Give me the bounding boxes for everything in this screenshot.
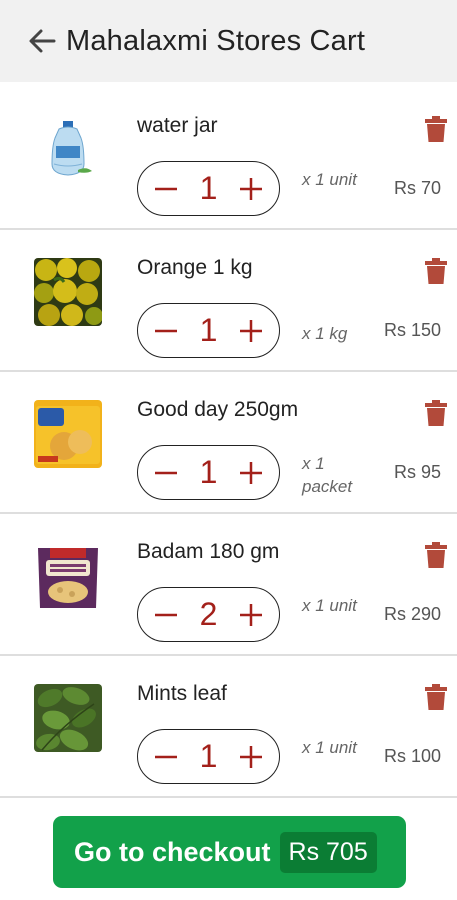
quantity-value: 1 bbox=[199, 312, 218, 348]
product-image-mint-leaf bbox=[34, 684, 102, 752]
trash-icon bbox=[425, 116, 447, 142]
increase-button[interactable] bbox=[236, 458, 266, 488]
plus-icon bbox=[239, 461, 262, 484]
minus-icon bbox=[155, 471, 177, 474]
item-price: Rs 100 bbox=[383, 746, 441, 766]
cart-item: Badam 180 gm 2 x 1 unit Rs 290 bbox=[0, 514, 457, 656]
plus-icon bbox=[239, 745, 262, 768]
minus-icon bbox=[155, 187, 177, 190]
cart-item-list: water jar 1 x 1 unit Rs 70 Orange 1 kg 1… bbox=[0, 88, 457, 798]
delete-button[interactable] bbox=[424, 115, 448, 143]
plus-icon bbox=[239, 319, 262, 342]
minus-icon bbox=[155, 329, 177, 332]
delete-button[interactable] bbox=[424, 683, 448, 711]
item-name: Mints leaf bbox=[137, 682, 227, 705]
unit-label: x 1 unit bbox=[302, 738, 357, 757]
delete-button[interactable] bbox=[424, 541, 448, 569]
checkout-total: Rs 705 bbox=[279, 831, 377, 873]
quantity-stepper: 1 bbox=[137, 445, 280, 500]
unit-label: x 1 packet bbox=[302, 454, 353, 496]
product-image-orange bbox=[34, 258, 102, 326]
decrease-button[interactable] bbox=[151, 742, 181, 772]
checkout-label: Go to checkout bbox=[74, 836, 271, 867]
cart-item: Mints leaf 1 x 1 unit Rs 100 bbox=[0, 656, 457, 798]
item-price: Rs 150 bbox=[383, 320, 441, 340]
decrease-button[interactable] bbox=[151, 316, 181, 346]
trash-icon bbox=[425, 684, 447, 710]
decrease-button[interactable] bbox=[151, 458, 181, 488]
quantity-value: 1 bbox=[199, 170, 218, 206]
delete-button[interactable] bbox=[424, 257, 448, 285]
minus-icon bbox=[155, 755, 177, 758]
item-name: water jar bbox=[137, 114, 218, 137]
trash-icon bbox=[425, 400, 447, 426]
minus-icon bbox=[155, 613, 177, 616]
quantity-stepper: 2 bbox=[137, 587, 280, 642]
product-image-good-day bbox=[34, 400, 102, 468]
item-name: Badam 180 gm bbox=[137, 540, 280, 563]
quantity-value: 1 bbox=[199, 454, 218, 490]
increase-button[interactable] bbox=[236, 174, 266, 204]
item-price: Rs 95 bbox=[393, 462, 441, 482]
cart-item: Good day 250gm 1 x 1 packet Rs 95 bbox=[0, 372, 457, 514]
back-button[interactable] bbox=[22, 21, 62, 61]
page-title: Mahalaxmi Stores Cart bbox=[66, 24, 366, 57]
item-price: Rs 70 bbox=[393, 178, 441, 198]
app-bar: Mahalaxmi Stores Cart bbox=[0, 0, 457, 82]
increase-button[interactable] bbox=[236, 600, 266, 630]
item-name: Orange 1 kg bbox=[137, 256, 253, 279]
unit-label: x 1 kg bbox=[302, 324, 348, 343]
decrease-button[interactable] bbox=[151, 174, 181, 204]
increase-button[interactable] bbox=[236, 316, 266, 346]
trash-icon bbox=[425, 258, 447, 284]
product-image-badam bbox=[34, 542, 102, 610]
cart-item: water jar 1 x 1 unit Rs 70 bbox=[0, 88, 457, 230]
arrow-left-icon bbox=[29, 29, 56, 53]
quantity-value: 2 bbox=[199, 596, 218, 632]
checkout-button[interactable]: Go to checkout Rs 705 bbox=[53, 816, 406, 888]
unit-label: x 1 unit bbox=[302, 170, 357, 189]
quantity-value: 1 bbox=[199, 738, 218, 774]
increase-button[interactable] bbox=[236, 742, 266, 772]
trash-icon bbox=[425, 542, 447, 568]
unit-label: x 1 unit bbox=[302, 596, 357, 615]
delete-button[interactable] bbox=[424, 399, 448, 427]
plus-icon bbox=[239, 177, 262, 200]
quantity-stepper: 1 bbox=[137, 303, 280, 358]
cart-item: Orange 1 kg 1 x 1 kg Rs 150 bbox=[0, 230, 457, 372]
plus-icon bbox=[239, 603, 262, 626]
item-price: Rs 290 bbox=[383, 604, 441, 624]
decrease-button[interactable] bbox=[151, 600, 181, 630]
quantity-stepper: 1 bbox=[137, 729, 280, 784]
product-image-water-jar bbox=[34, 116, 102, 184]
item-name: Good day 250gm bbox=[137, 398, 299, 421]
quantity-stepper: 1 bbox=[137, 161, 280, 216]
